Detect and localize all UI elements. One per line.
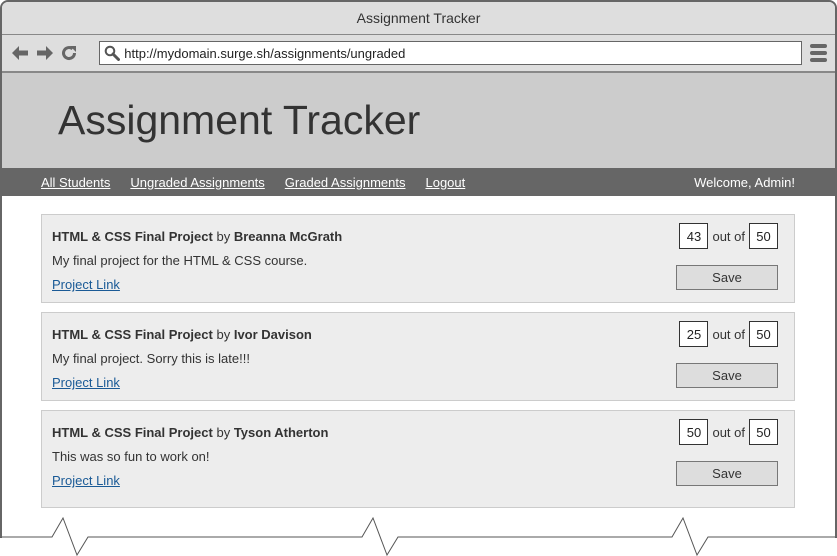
- score-input[interactable]: 25: [679, 321, 709, 347]
- nav-link-ungraded-assignments[interactable]: Ungraded Assignments: [130, 175, 264, 190]
- assignment-list: HTML & CSS Final Project by Breanna McGr…: [2, 196, 835, 508]
- out-of-label: out of: [712, 424, 745, 440]
- page-title: Assignment Tracker: [58, 97, 421, 143]
- nav-link-logout[interactable]: Logout: [425, 175, 465, 190]
- back-button[interactable]: [10, 42, 30, 64]
- assignment-description: This was so fun to work on!: [52, 449, 210, 464]
- assignment-title: HTML & CSS Final Project: [52, 229, 213, 244]
- arrow-right-icon: [36, 46, 53, 60]
- torn-page-edge: [0, 510, 837, 556]
- nav-link-graded-assignments[interactable]: Graded Assignments: [285, 175, 406, 190]
- welcome-message: Welcome, Admin!: [694, 174, 795, 190]
- assignment-card: HTML & CSS Final Project by Breanna McGr…: [41, 214, 795, 303]
- hamburger-menu-icon[interactable]: [810, 44, 827, 62]
- assignment-title: HTML & CSS Final Project: [52, 327, 213, 342]
- browser-toolbar: http://mydomain.surge.sh/assignments/ung…: [2, 35, 835, 73]
- score-input[interactable]: 43: [679, 223, 709, 249]
- save-button[interactable]: Save: [676, 363, 778, 388]
- assignment-heading: HTML & CSS Final Project by Breanna McGr…: [52, 229, 784, 245]
- assignment-title: HTML & CSS Final Project: [52, 425, 213, 440]
- grade-fields: 50 out of 50: [679, 419, 778, 445]
- search-icon: [104, 45, 121, 61]
- nav-link-all-students[interactable]: All Students: [41, 175, 110, 190]
- by-label: by: [216, 327, 231, 342]
- save-button[interactable]: Save: [676, 265, 778, 290]
- save-button[interactable]: Save: [676, 461, 778, 486]
- reload-icon: [62, 46, 77, 61]
- out-of-label: out of: [712, 326, 745, 342]
- student-name: Tyson Atherton: [233, 425, 329, 440]
- assignment-heading: HTML & CSS Final Project by Ivor Davison: [52, 327, 784, 343]
- max-score-input[interactable]: 50: [749, 419, 778, 445]
- max-score-input[interactable]: 50: [749, 321, 778, 347]
- grade-fields: 43 out of 50: [679, 223, 778, 249]
- window-titlebar: Assignment Tracker: [2, 2, 835, 35]
- by-label: by: [216, 229, 231, 244]
- out-of-label: out of: [712, 228, 745, 244]
- assignment-description: My final project for the HTML & CSS cour…: [52, 253, 308, 268]
- project-link[interactable]: Project Link: [52, 277, 120, 293]
- assignment-description: My final project. Sorry this is late!!!: [52, 351, 250, 366]
- reload-button[interactable]: [59, 42, 79, 64]
- student-name: Breanna McGrath: [233, 229, 343, 244]
- address-bar[interactable]: http://mydomain.surge.sh/assignments/ung…: [99, 41, 803, 65]
- forward-button[interactable]: [34, 42, 54, 64]
- grade-fields: 25 out of 50: [679, 321, 778, 347]
- max-score-input[interactable]: 50: [749, 223, 778, 249]
- assignment-card: HTML & CSS Final Project by Ivor Davison…: [41, 312, 795, 401]
- site-nav: All Students Ungraded Assignments Graded…: [2, 168, 835, 196]
- window-title: Assignment Tracker: [356, 10, 481, 26]
- arrow-left-icon: [12, 46, 29, 60]
- site-header: Assignment Tracker: [2, 73, 835, 168]
- project-link[interactable]: Project Link: [52, 375, 120, 391]
- assignment-card: HTML & CSS Final Project by Tyson Athert…: [41, 410, 795, 508]
- url-text[interactable]: http://mydomain.surge.sh/assignments/ung…: [124, 46, 405, 61]
- browser-window: Assignment Tracker http://mydomain.surge…: [0, 0, 837, 538]
- student-name: Ivor Davison: [233, 327, 312, 342]
- by-label: by: [216, 425, 231, 440]
- score-input[interactable]: 50: [679, 419, 709, 445]
- assignment-heading: HTML & CSS Final Project by Tyson Athert…: [52, 425, 784, 441]
- project-link[interactable]: Project Link: [52, 473, 120, 489]
